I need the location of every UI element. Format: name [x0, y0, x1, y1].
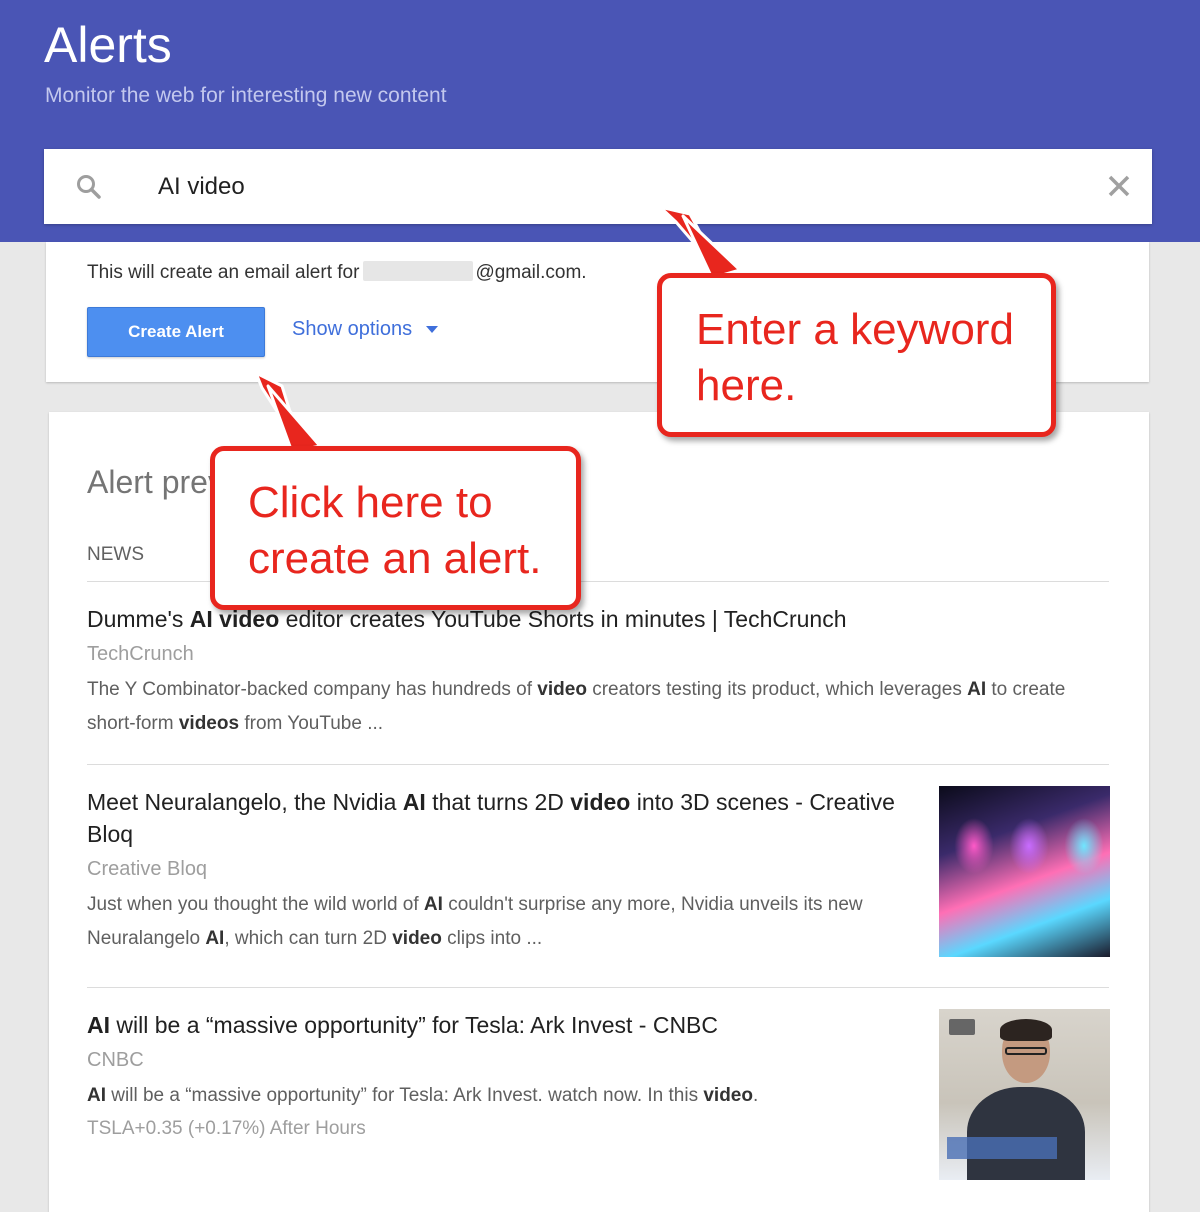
email-notice-prefix: This will create an email alert for [87, 262, 360, 283]
news-thumbnail[interactable] [939, 1009, 1110, 1180]
search-icon [77, 175, 101, 199]
stock-ticker: TSLA+0.35 (+0.17%) After Hours [87, 1118, 366, 1139]
person-hair [1000, 1019, 1052, 1041]
news-source: TechCrunch [87, 643, 194, 665]
news-item: Meet Neuralangelo, the Nvidia AI that tu… [87, 786, 917, 956]
news-source: Creative Bloq [87, 858, 208, 880]
news-headline[interactable]: Meet Neuralangelo, the Nvidia AI that tu… [87, 786, 917, 850]
email-notice: This will create an email alert for @gmai… [87, 261, 587, 284]
news-source: CNBC [87, 1049, 144, 1071]
page-title: Alerts [44, 17, 172, 73]
caret-down-icon [426, 326, 439, 333]
news-section-label: NEWS [87, 544, 144, 565]
video-badge [949, 1019, 975, 1035]
callout-enter-keyword: Enter a keyword here. [657, 273, 1056, 437]
news-snippet: AI will be a “massive opportunity” for T… [87, 1085, 759, 1106]
callout-create-alert: Click here to create an alert. [210, 446, 581, 610]
email-redacted [363, 261, 474, 281]
search-input[interactable] [156, 168, 1060, 206]
news-item: Dumme's AI video editor creates YouTube … [87, 603, 1087, 741]
news-snippet: Just when you thought the wild world of … [87, 894, 863, 949]
create-alert-button[interactable]: Create Alert [87, 307, 265, 357]
show-options-label: Show options [292, 318, 413, 340]
close-icon[interactable] [1104, 171, 1134, 201]
person-body [967, 1087, 1085, 1180]
search-bar[interactable] [44, 149, 1152, 224]
news-item: AI will be a “massive opportunity” for T… [87, 1009, 917, 1143]
divider [87, 987, 1109, 988]
news-thumbnail[interactable] [939, 786, 1110, 957]
page-subtitle: Monitor the web for interesting new cont… [45, 84, 447, 107]
email-domain: @gmail.com. [475, 262, 587, 283]
divider [87, 764, 1109, 765]
news-snippet: The Y Combinator-backed company has hund… [87, 679, 1066, 734]
lower-third-banner [947, 1137, 1057, 1159]
show-options-link[interactable]: Show options [292, 318, 439, 341]
news-headline[interactable]: AI will be a “massive opportunity” for T… [87, 1009, 917, 1041]
person-glasses [1005, 1047, 1047, 1055]
